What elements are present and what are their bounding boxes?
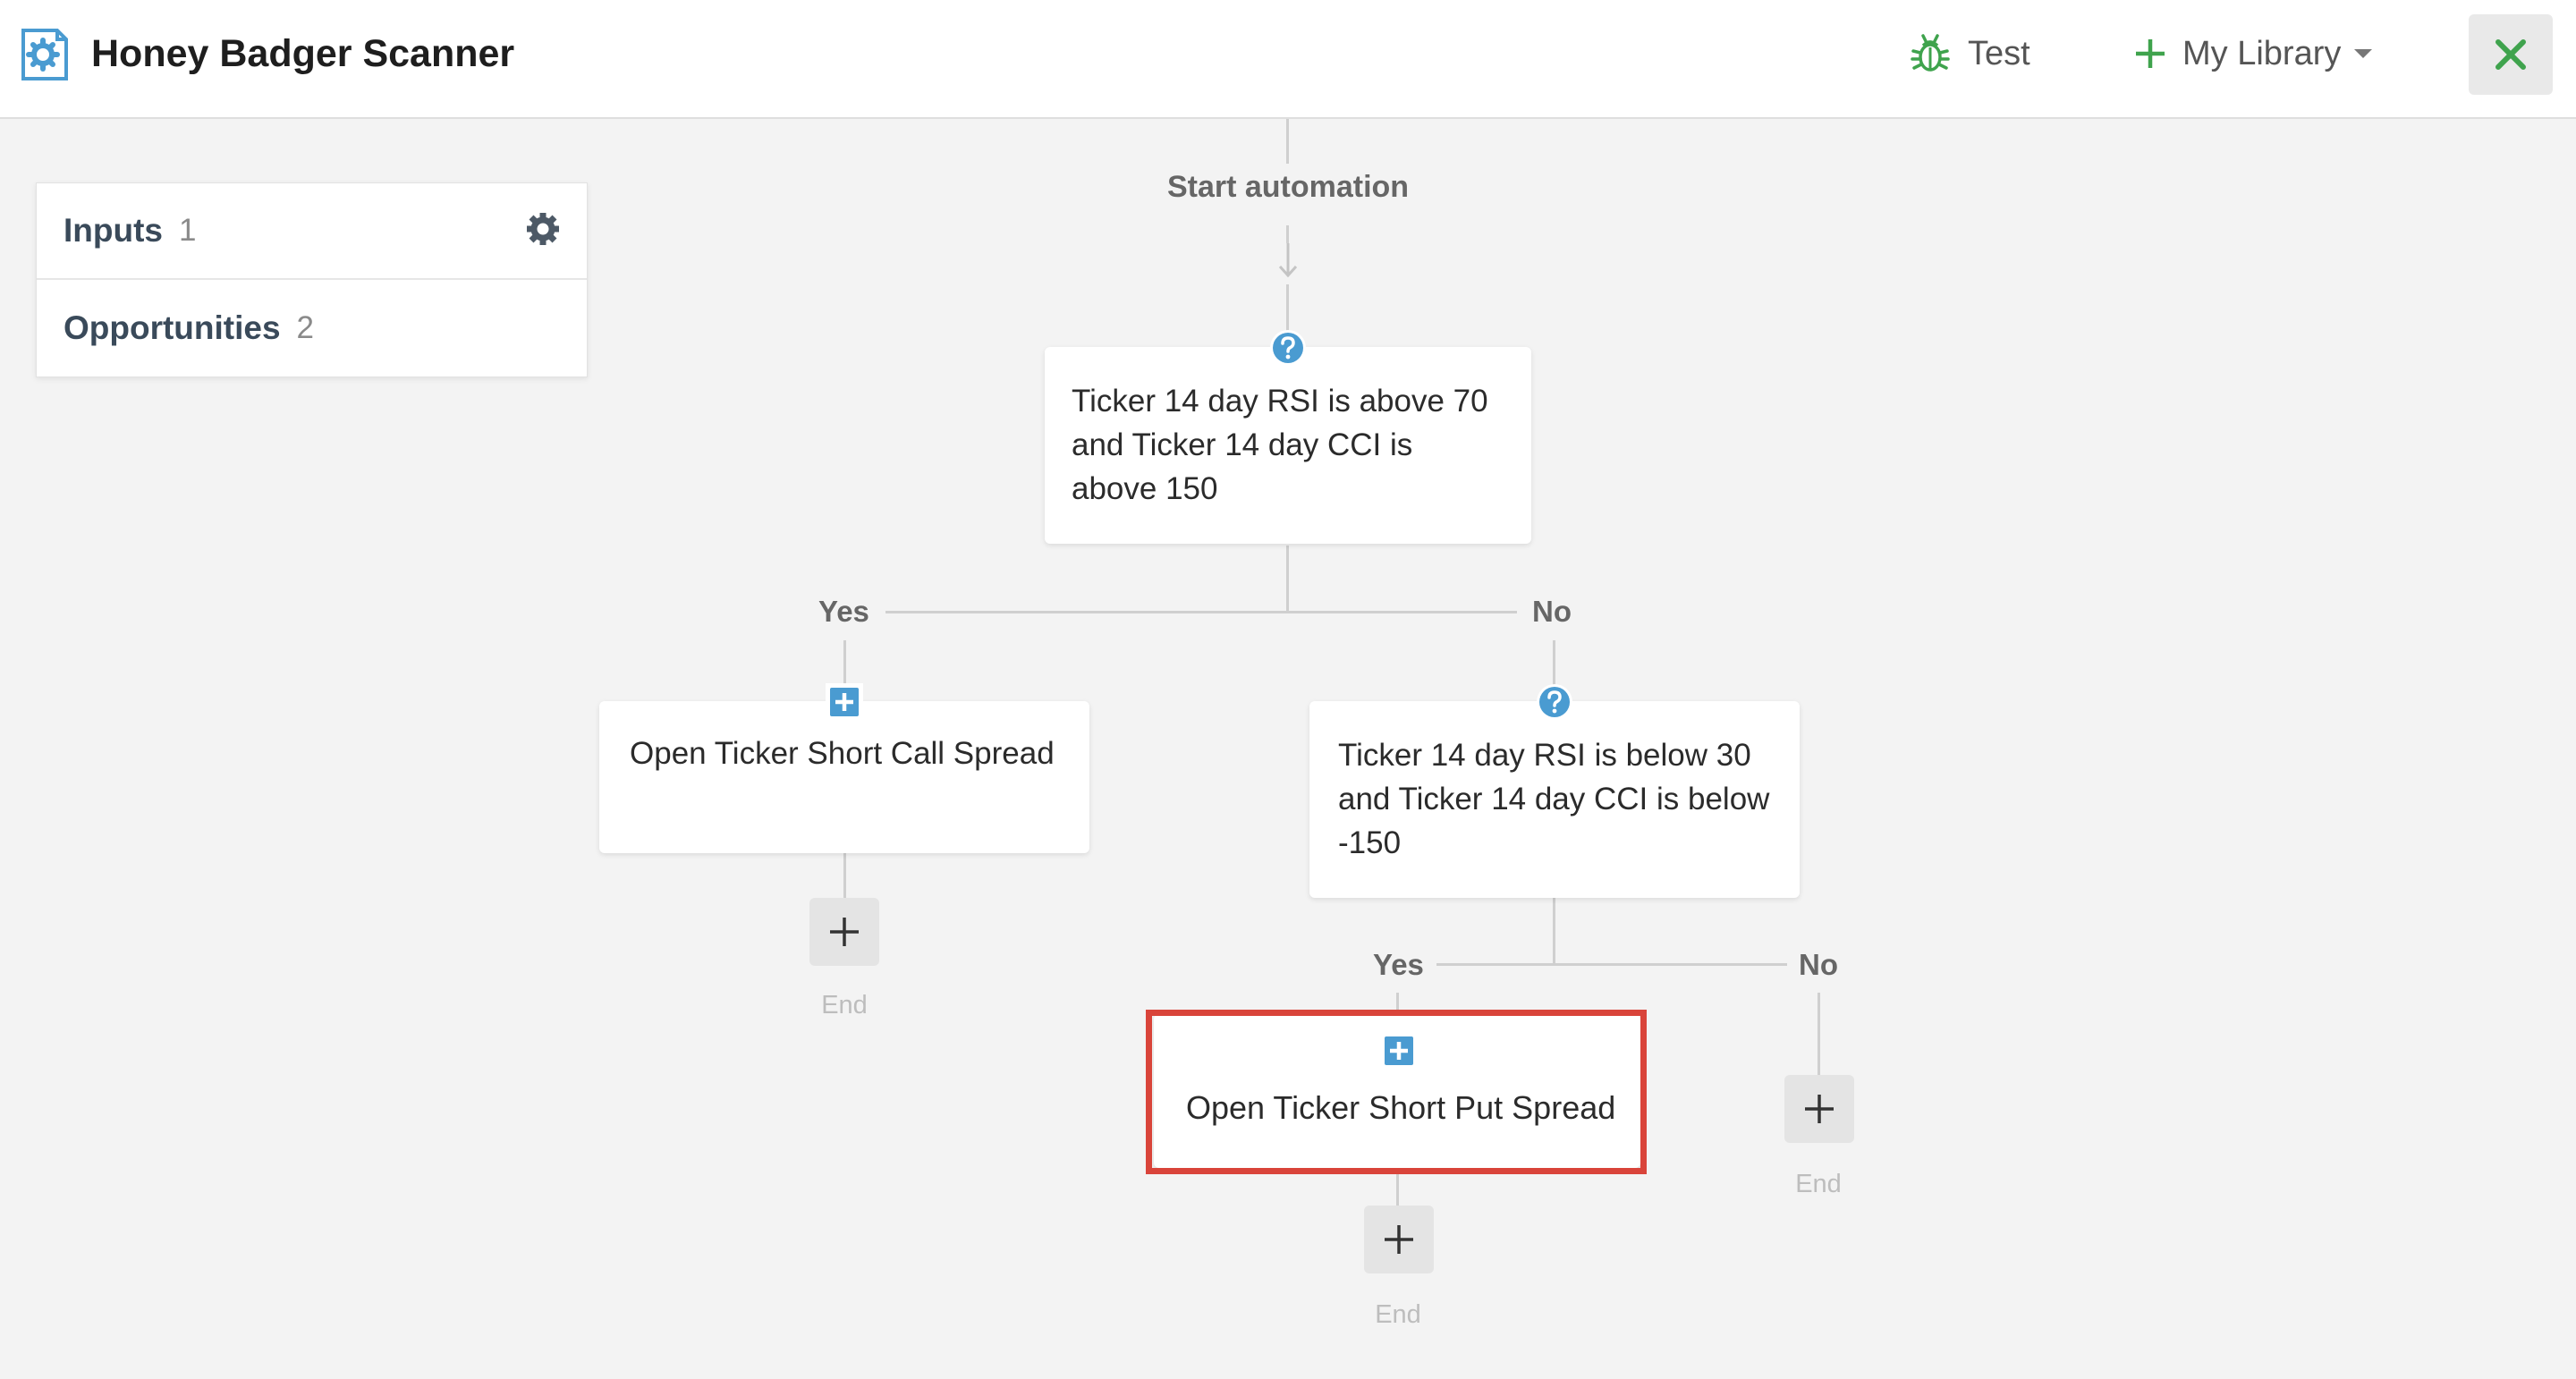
connector-line [1818, 993, 1820, 1075]
add-action-icon [826, 683, 863, 721]
arrow-down-icon [1278, 243, 1298, 278]
add-step-button[interactable] [809, 898, 879, 966]
test-label: Test [1968, 34, 2030, 72]
opportunities-row[interactable]: Opportunities 2 [37, 280, 587, 376]
close-icon [2496, 39, 2526, 70]
yes-branch-label: Yes [818, 595, 869, 628]
my-library-label: My Library [2182, 34, 2342, 72]
end-label: End [821, 991, 868, 1019]
condition-card-oversold[interactable]: Ticker 14 day RSI is below 30 and Ticker… [1309, 684, 1800, 898]
my-library-dropdown[interactable]: My Library [2134, 29, 2373, 79]
close-button[interactable] [2469, 14, 2553, 95]
inputs-count: 1 [178, 213, 197, 248]
start-automation-label: Start automation [1166, 170, 1410, 204]
end-label: End [1795, 1170, 1842, 1198]
connector-line [843, 851, 846, 898]
plus-icon [2136, 39, 2165, 68]
connector-line [1396, 1172, 1399, 1209]
app-gear-icon [21, 29, 68, 80]
condition-text: Ticker 14 day RSI is below 30 and Ticker… [1338, 738, 1770, 860]
add-step-button[interactable] [1784, 1075, 1854, 1143]
automation-side-panel: Inputs 1 Opportunities 2 [36, 182, 588, 377]
gear-icon[interactable] [526, 212, 560, 246]
action-text: Open Ticker Short Call Spread [630, 736, 1055, 771]
opportunities-label: Opportunities [64, 309, 281, 346]
inputs-row[interactable]: Inputs 1 [37, 183, 587, 280]
yes-branch-label: Yes [1373, 948, 1424, 981]
connector-line [1286, 119, 1289, 164]
no-branch-label: No [1532, 595, 1572, 628]
condition-card-overbought[interactable]: Ticker 14 day RSI is above 70 and Ticker… [1045, 330, 1531, 544]
condition-text: Ticker 14 day RSI is above 70 and Ticker… [1072, 384, 1488, 506]
action-card-short-call-spread[interactable]: Open Ticker Short Call Spread [599, 683, 1089, 853]
opportunities-count: 2 [296, 310, 315, 345]
connector-line [1286, 225, 1289, 243]
connector-line [1553, 896, 1555, 964]
end-label: End [1375, 1300, 1421, 1329]
test-button[interactable]: Test [1911, 29, 2030, 79]
add-step-button[interactable] [1364, 1206, 1434, 1273]
question-icon [1537, 684, 1572, 720]
selection-highlight [1146, 1010, 1647, 1174]
connector-line [886, 611, 1517, 613]
caret-down-icon [2354, 49, 2373, 58]
plus-icon [830, 918, 859, 946]
connector-line [1436, 963, 1787, 966]
plus-icon [1805, 1095, 1834, 1123]
question-icon [1270, 330, 1306, 366]
bug-icon [1911, 34, 1950, 72]
inputs-label: Inputs [64, 212, 163, 249]
plus-icon [1385, 1225, 1413, 1254]
no-branch-label: No [1799, 948, 1838, 981]
connector-line [1286, 546, 1289, 612]
app-title: Honey Badger Scanner [91, 32, 515, 75]
top-bar: Honey Badger Scanner Test My Library [0, 0, 2576, 119]
